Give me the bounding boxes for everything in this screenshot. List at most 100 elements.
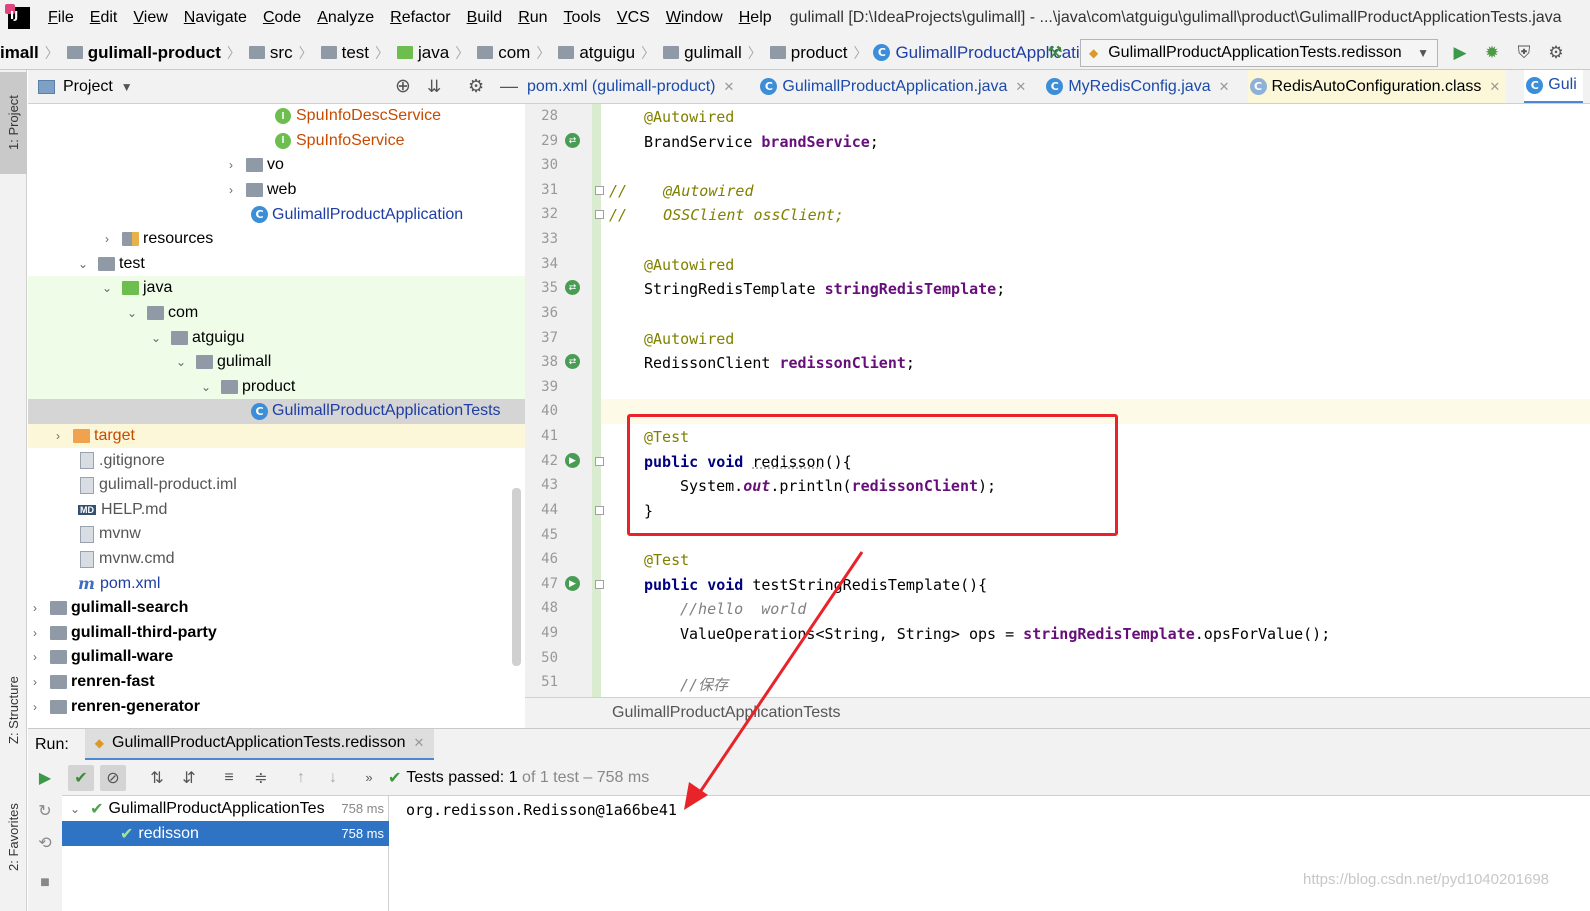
hide-icon[interactable]: — — [500, 76, 518, 97]
coverage-icon[interactable]: ⛨ — [1514, 43, 1534, 63]
tree-item[interactable]: › web — [28, 178, 525, 203]
crumb-product[interactable]: product 〉 — [768, 43, 867, 63]
menu-run[interactable]: Run — [518, 9, 547, 27]
tab-pom-xml[interactable]: pom.xml (gulimall-product) ✕ — [525, 70, 740, 103]
chevron-right-icon[interactable]: › — [28, 675, 42, 689]
chevron-right-icon[interactable]: › — [28, 626, 42, 640]
tree-item[interactable]: ⌄ java — [28, 276, 525, 301]
rerun-icon[interactable]: ▶ — [34, 767, 56, 789]
fold-marker[interactable] — [595, 210, 604, 219]
crumb-project[interactable]: imall 〉 — [0, 43, 59, 63]
crumb-src[interactable]: src 〉 — [247, 43, 313, 63]
expand-all-icon[interactable]: ≡ — [216, 765, 242, 791]
close-icon[interactable]: ✕ — [414, 735, 425, 751]
chevron-right-icon[interactable]: › — [100, 232, 114, 246]
more-icon[interactable]: » — [356, 765, 382, 791]
tree-item[interactable]: › renren-generator — [28, 694, 525, 719]
menu-tools[interactable]: Tools — [564, 9, 601, 27]
fold-marker[interactable] — [595, 457, 604, 466]
tree-scrollbar[interactable] — [512, 488, 521, 666]
tree-item[interactable]: mvnw — [28, 522, 525, 547]
run-tab[interactable]: ◆ GulimallProductApplicationTests.rediss… — [84, 728, 435, 761]
tree-item[interactable]: › gulimall-third-party — [28, 621, 525, 646]
tree-item[interactable]: › gulimall-search — [28, 596, 525, 621]
build-hammer-icon[interactable]: ⚒ — [1045, 43, 1065, 63]
tree-item[interactable]: C GulimallProductApplication — [28, 202, 525, 227]
crumb-gulimall[interactable]: gulimall 〉 — [661, 43, 762, 63]
menu-vcs[interactable]: VCS — [617, 9, 650, 27]
tree-item[interactable]: I SpuInfoDescService — [28, 104, 525, 129]
chevron-down-icon[interactable]: ⌄ — [100, 281, 114, 295]
tree-item[interactable]: › target — [28, 423, 525, 449]
show-passed-icon[interactable]: ✔ — [68, 764, 94, 791]
menu-refactor[interactable]: Refactor — [390, 9, 450, 27]
console-output[interactable]: org.redisson.Redisson@1a66be41 — [389, 796, 1590, 911]
close-icon[interactable]: ✕ — [1489, 79, 1500, 95]
tree-item[interactable]: .gitignore — [28, 448, 525, 473]
close-icon[interactable]: ✕ — [1219, 79, 1230, 95]
tree-item-selected[interactable]: C GulimallProductApplicationTests — [28, 399, 525, 424]
collapse-all-icon[interactable]: ≑ — [248, 765, 274, 791]
tree-item[interactable]: ⌄ test — [28, 252, 525, 277]
menu-navigate[interactable]: Navigate — [184, 9, 247, 27]
arrow-down-icon[interactable]: ↓ — [320, 765, 346, 791]
show-ignored-icon[interactable]: ⊘ — [100, 764, 126, 791]
run-icon[interactable]: ▶ — [1450, 43, 1470, 63]
chevron-down-icon[interactable]: ⌄ — [70, 802, 80, 816]
run-configuration-select[interactable]: ◆ GulimallProductApplicationTests.rediss… — [1080, 39, 1438, 67]
code-editor[interactable]: 28 29 30 31 32 33 34 35 36 37 38 39 40 4… — [525, 104, 1590, 697]
chevron-down-icon[interactable]: ⌄ — [149, 331, 163, 345]
crumb-com[interactable]: com 〉 — [475, 43, 550, 63]
project-panel-title[interactable]: Project — [63, 78, 113, 96]
menu-window[interactable]: Window — [666, 9, 723, 27]
bean-navigation-icon[interactable]: ⇄ — [565, 354, 580, 369]
tab-favorites[interactable]: 2: Favorites — [0, 782, 27, 892]
tab-redis-config[interactable]: C MyRedisConfig.java ✕ — [1044, 70, 1235, 103]
menu-build[interactable]: Build — [467, 9, 503, 27]
tree-item[interactable]: mvnw.cmd — [28, 547, 525, 572]
menu-analyze[interactable]: Analyze — [317, 9, 374, 27]
chevron-right-icon[interactable]: › — [51, 429, 65, 443]
chevron-down-icon[interactable]: ⌄ — [76, 257, 90, 271]
menu-view[interactable]: View — [133, 9, 167, 27]
sort-duration-icon[interactable]: ⇵ — [176, 765, 202, 791]
crumb-atguigu[interactable]: atguigu 〉 — [556, 43, 655, 63]
tree-item[interactable]: › renren-fast — [28, 670, 525, 695]
tree-item[interactable]: ⌄ gulimall — [28, 350, 525, 375]
chevron-down-icon[interactable]: ⌄ — [174, 355, 188, 369]
tab-tests-active[interactable]: C Guli — [1524, 70, 1583, 103]
chevron-right-icon[interactable]: › — [28, 650, 42, 664]
chevron-right-icon[interactable]: › — [28, 601, 42, 615]
tree-item[interactable]: MD HELP.md — [28, 498, 525, 523]
chevron-down-icon[interactable]: ⌄ — [199, 380, 213, 394]
tree-item[interactable]: › gulimall-ware — [28, 645, 525, 670]
tree-item[interactable]: m pom.xml — [28, 571, 525, 596]
debug-icon[interactable]: ✹ — [1482, 43, 1502, 63]
crumb-test[interactable]: test 〉 — [319, 43, 389, 63]
menu-code[interactable]: Code — [263, 9, 301, 27]
profile-icon[interactable]: ⚙ — [1546, 43, 1566, 63]
chevron-down-icon[interactable]: ▼ — [121, 80, 133, 94]
breadcrumb-label[interactable]: GulimallProductApplicationTests — [612, 704, 841, 722]
tree-item[interactable]: ⌄ com — [28, 300, 525, 326]
gear-icon[interactable]: ⚙ — [468, 76, 484, 97]
tree-item[interactable]: › vo — [28, 153, 525, 178]
close-icon[interactable]: ✕ — [1015, 79, 1026, 95]
fold-marker[interactable] — [595, 186, 604, 195]
locate-icon[interactable]: ⊕ — [395, 75, 411, 98]
tab-structure[interactable]: Z: Structure — [0, 660, 27, 760]
tree-item[interactable]: ⌄ atguigu — [28, 325, 525, 350]
bean-navigation-icon[interactable]: ⇄ — [565, 280, 580, 295]
run-test-gutter-icon[interactable]: ▶ — [565, 453, 580, 468]
close-icon[interactable]: ✕ — [724, 79, 735, 95]
stop-icon[interactable]: ■ — [34, 872, 56, 894]
chevron-right-icon[interactable]: › — [224, 183, 238, 197]
menu-file[interactable]: File — [48, 9, 74, 27]
chevron-right-icon[interactable]: › — [224, 158, 238, 172]
chevron-down-icon[interactable]: ⌄ — [125, 306, 139, 320]
fold-marker[interactable] — [595, 506, 604, 515]
sort-alpha-icon[interactable]: ⇅ — [144, 765, 170, 791]
tree-item[interactable]: ⌄ product — [28, 374, 525, 400]
crumb-module[interactable]: gulimall-product 〉 — [65, 43, 241, 63]
tree-item[interactable]: I SpuInfoService — [28, 129, 525, 154]
